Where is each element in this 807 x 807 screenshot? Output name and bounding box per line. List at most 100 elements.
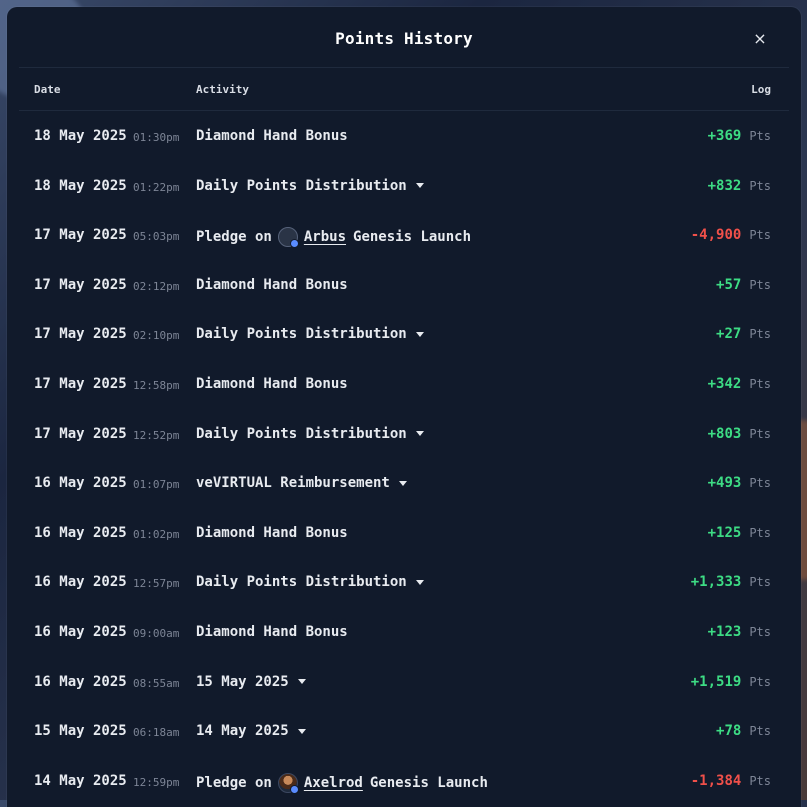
column-header-date: Date bbox=[34, 83, 61, 96]
points-value: +27 bbox=[716, 326, 742, 343]
row-time: 01:22pm bbox=[133, 180, 180, 194]
activity-label: Daily Points Distribution bbox=[196, 574, 407, 591]
row-activity[interactable]: veVIRTUAL Reimbursement bbox=[196, 475, 407, 491]
row-log: +1,333 Pts bbox=[691, 574, 771, 590]
row-log: +342 Pts bbox=[708, 376, 771, 392]
row-time: 09:00am bbox=[133, 626, 180, 640]
row-date: 17 May 2025 bbox=[34, 425, 127, 442]
row-date: 14 May 2025 bbox=[34, 772, 127, 789]
activity-label: Diamond Hand Bonus bbox=[196, 128, 348, 144]
points-value: +803 bbox=[707, 425, 742, 442]
row-date: 17 May 2025 bbox=[34, 276, 127, 293]
points-value: +123 bbox=[707, 623, 742, 640]
points-unit: Pts bbox=[749, 327, 771, 342]
row-time: 05:03pm bbox=[133, 230, 180, 244]
row-log: +803 Pts bbox=[708, 426, 771, 442]
activity-suffix: Genesis Launch bbox=[369, 774, 488, 791]
activity-label: Diamond Hand Bonus bbox=[196, 375, 348, 392]
row-time: 02:12pm bbox=[133, 279, 180, 293]
table-row: 16 May 2025 01:02pm Diamond Hand Bonus +125… bbox=[19, 509, 789, 559]
column-header-activity: Activity bbox=[196, 83, 249, 96]
points-value: +1,333 bbox=[690, 574, 742, 591]
row-log: +493 Pts bbox=[708, 475, 771, 491]
activity-label: Daily Points Distribution bbox=[196, 326, 407, 343]
row-activity: Pledge on Axelrod Genesis Launch bbox=[196, 772, 488, 794]
row-date: 16 May 2025 bbox=[34, 524, 127, 541]
activity-label: Diamond Hand Bonus bbox=[196, 524, 348, 541]
row-time: 06:18am bbox=[133, 726, 180, 740]
points-unit: Pts bbox=[749, 476, 771, 491]
row-date: 17 May 2025 bbox=[34, 375, 127, 392]
points-unit: Pts bbox=[749, 277, 771, 292]
points-history-modal: Points History × Date Activity Log 18 Ma… bbox=[7, 7, 801, 807]
row-log: +78 Pts bbox=[716, 723, 771, 739]
table-row: 17 May 2025 12:58pm Diamond Hand Bonus +342… bbox=[19, 360, 789, 410]
activity-label: 15 May 2025 bbox=[196, 673, 289, 690]
chevron-down-icon[interactable] bbox=[398, 480, 407, 486]
table-row: 17 May 2025 05:03pm Pledge on Arbus Genesis … bbox=[19, 211, 789, 261]
row-log: +57 Pts bbox=[716, 277, 771, 293]
points-value: +832 bbox=[707, 177, 742, 194]
column-header-log: Log bbox=[751, 83, 771, 96]
row-activity: Diamond Hand Bonus bbox=[196, 128, 348, 144]
history-list: 18 May 2025 01:30pm Diamond Hand Bonus +369… bbox=[19, 112, 789, 806]
points-unit: Pts bbox=[749, 525, 771, 540]
chevron-down-icon[interactable] bbox=[415, 431, 424, 437]
row-time: 12:52pm bbox=[133, 428, 180, 442]
chevron-down-icon[interactable] bbox=[415, 579, 424, 585]
row-activity[interactable]: Daily Points Distribution bbox=[196, 426, 424, 442]
row-activity[interactable]: Daily Points Distribution bbox=[196, 178, 424, 194]
row-activity[interactable]: 14 May 2025 bbox=[196, 723, 306, 739]
activity-label: 14 May 2025 bbox=[196, 723, 289, 740]
table-row[interactable]: 16 May 2025 01:07pm veVIRTUAL Reimbursemen… bbox=[19, 459, 789, 509]
points-value: +342 bbox=[707, 375, 742, 392]
activity-label: Diamond Hand Bonus bbox=[196, 276, 348, 293]
table-row[interactable]: 17 May 2025 12:52pm Daily Points Distribut… bbox=[19, 410, 789, 460]
row-activity: Pledge on Arbus Genesis Launch bbox=[196, 227, 472, 249]
table-row[interactable]: 15 May 2025 06:18am 14 May 2025 +78 Pts bbox=[19, 707, 789, 757]
points-value: +57 bbox=[716, 276, 742, 293]
points-unit: Pts bbox=[749, 674, 771, 689]
table-row: 14 May 2025 12:59pm Pledge on Axelrod Genesi… bbox=[19, 757, 789, 807]
row-log: +369 Pts bbox=[708, 128, 771, 144]
row-date: 16 May 2025 bbox=[34, 475, 127, 492]
points-value: -4,900 bbox=[690, 227, 742, 244]
table-row[interactable]: 17 May 2025 02:10pm Daily Points Distribut… bbox=[19, 310, 789, 360]
row-date: 17 May 2025 bbox=[34, 326, 127, 343]
chevron-down-icon[interactable] bbox=[297, 679, 306, 685]
row-time: 02:10pm bbox=[133, 329, 180, 343]
row-activity[interactable]: 15 May 2025 bbox=[196, 674, 306, 690]
chevron-down-icon[interactable] bbox=[415, 183, 424, 189]
activity-label: Daily Points Distribution bbox=[196, 177, 407, 194]
points-unit: Pts bbox=[749, 624, 771, 639]
table-header: Date Activity Log bbox=[19, 69, 789, 111]
table-row[interactable]: 18 May 2025 01:22pm Daily Points Distribut… bbox=[19, 162, 789, 212]
row-date: 16 May 2025 bbox=[34, 623, 127, 640]
modal-title: Points History bbox=[335, 29, 473, 48]
activity-label: Diamond Hand Bonus bbox=[196, 623, 348, 640]
points-unit: Pts bbox=[749, 129, 771, 143]
close-icon[interactable]: × bbox=[749, 27, 771, 51]
row-time: 12:58pm bbox=[133, 378, 180, 392]
activity-prefix: Pledge on bbox=[196, 774, 272, 791]
chevron-down-icon[interactable] bbox=[297, 728, 306, 734]
row-activity[interactable]: Daily Points Distribution bbox=[196, 574, 424, 590]
row-date: 16 May 2025 bbox=[34, 574, 127, 591]
table-row: 17 May 2025 02:12pm Diamond Hand Bonus +57 P… bbox=[19, 261, 789, 311]
row-date: 18 May 2025 bbox=[34, 128, 127, 144]
token-link[interactable]: Arbus bbox=[304, 229, 346, 245]
table-row: 18 May 2025 01:30pm Diamond Hand Bonus +369… bbox=[19, 112, 789, 162]
points-unit: Pts bbox=[749, 228, 771, 243]
points-value: +1,519 bbox=[690, 673, 742, 690]
row-log: +123 Pts bbox=[708, 624, 771, 640]
row-log: -4,900 Pts bbox=[691, 227, 771, 243]
table-row[interactable]: 16 May 2025 12:57pm Daily Points Distribut… bbox=[19, 558, 789, 608]
row-activity[interactable]: Daily Points Distribution bbox=[196, 326, 424, 342]
chevron-down-icon[interactable] bbox=[415, 331, 424, 337]
table-row[interactable]: 16 May 2025 08:55am 15 May 2025 +1,519 Pts bbox=[19, 658, 789, 708]
row-log: +27 Pts bbox=[716, 326, 771, 342]
activity-suffix: Genesis Launch bbox=[353, 229, 472, 246]
points-unit: Pts bbox=[749, 773, 771, 788]
row-log: +1,519 Pts bbox=[691, 674, 771, 690]
token-link[interactable]: Axelrod bbox=[304, 775, 363, 791]
